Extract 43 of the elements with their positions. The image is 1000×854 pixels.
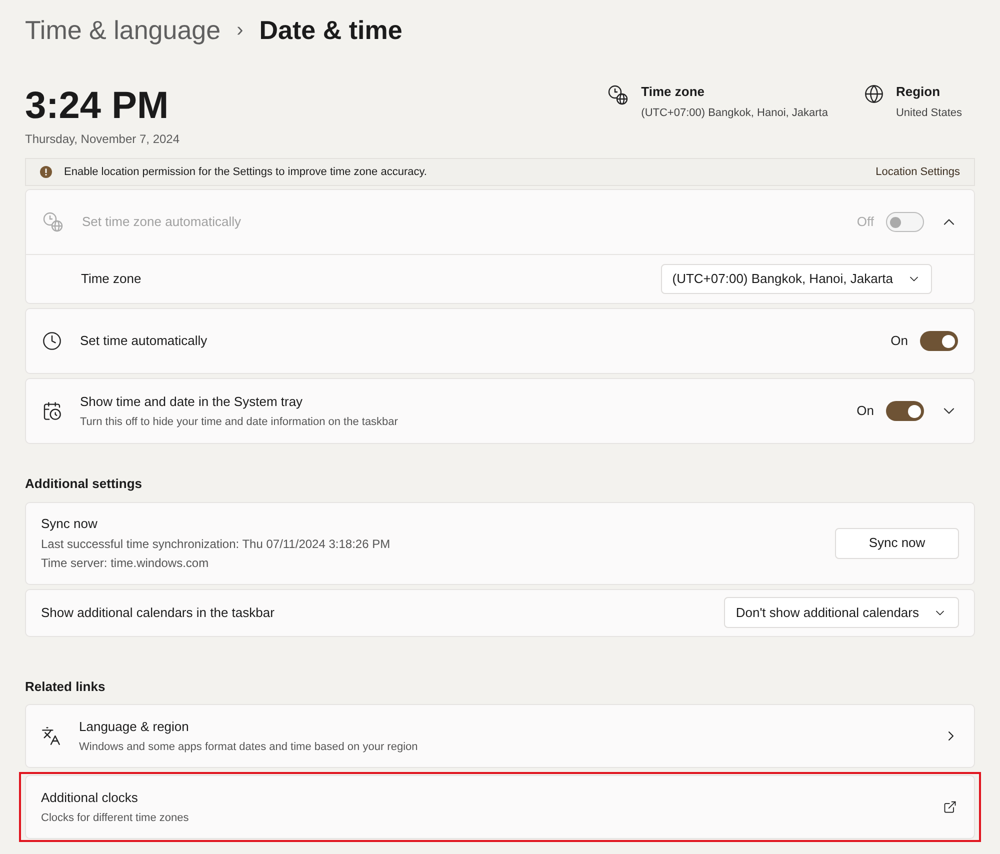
toggle-switch[interactable] xyxy=(886,401,924,421)
location-settings-link[interactable]: Location Settings xyxy=(876,164,960,180)
sync-now-button[interactable]: Sync now xyxy=(835,528,959,558)
current-date: Thursday, November 7, 2024 xyxy=(25,131,180,148)
notice-text: Enable location permission for the Settings to improve time zone accuracy. xyxy=(64,164,427,180)
external-link-icon xyxy=(943,800,957,814)
related-link[interactable]: Language & region Windows and some apps format dates and time based on your region xyxy=(25,704,975,768)
clock-icon xyxy=(42,331,62,351)
toggle-state-label: Off xyxy=(856,213,874,232)
link-description: Clocks for different time zones xyxy=(41,810,189,826)
section-heading: Additional settings xyxy=(25,475,143,493)
setting-title: Sync now xyxy=(41,515,98,534)
toggle-state-label: On xyxy=(890,332,908,350)
setting-title: Set time zone automatically xyxy=(82,213,241,232)
toggle-state-label: On xyxy=(856,402,874,420)
setting-detail: Time server: time.windows.com xyxy=(41,554,210,572)
setting-title: Show additional calendars in the taskbar xyxy=(41,604,274,622)
section-heading: Related links xyxy=(25,678,106,696)
setting-title: Show time and date in the System tray xyxy=(80,393,304,411)
current-time: 3:24 PM xyxy=(25,84,170,128)
toggle-switch[interactable] xyxy=(920,331,958,351)
breadcrumb-parent[interactable]: Time & language xyxy=(25,10,221,50)
summary-value: United States xyxy=(896,106,962,120)
alert-icon xyxy=(40,166,52,178)
summary-value: (UTC+07:00) Bangkok, Hanoi, Jakarta xyxy=(641,106,828,120)
language-icon xyxy=(41,726,61,746)
related-link[interactable]: Additional clocks Clocks for different time zones xyxy=(25,775,975,839)
summary-label: Time zone xyxy=(641,83,706,101)
globe-icon xyxy=(864,84,884,104)
clock-globe-icon xyxy=(607,84,630,106)
link-title: Language & region xyxy=(79,718,190,736)
setting-detail: Last successful time synchronization: Thu 07/11/2024 3:18:26 PM xyxy=(41,536,390,553)
dropdown[interactable]: Don't show additional calendars xyxy=(724,597,959,628)
summary-label: Region xyxy=(896,83,942,101)
calendar-clock-icon xyxy=(42,401,62,421)
breadcrumb-separator: › xyxy=(236,18,244,43)
link-description: Windows and some apps format dates and time based on your region xyxy=(79,740,418,754)
setting-description: Turn this off to hide your time and date information on the taskbar xyxy=(80,414,398,430)
page-title: Date & time xyxy=(259,14,402,46)
link-title: Additional clocks xyxy=(41,789,139,807)
setting-title: Set time automatically xyxy=(80,332,208,350)
clock-globe-icon xyxy=(42,211,64,233)
sub-setting-label: Time zone xyxy=(81,270,142,288)
